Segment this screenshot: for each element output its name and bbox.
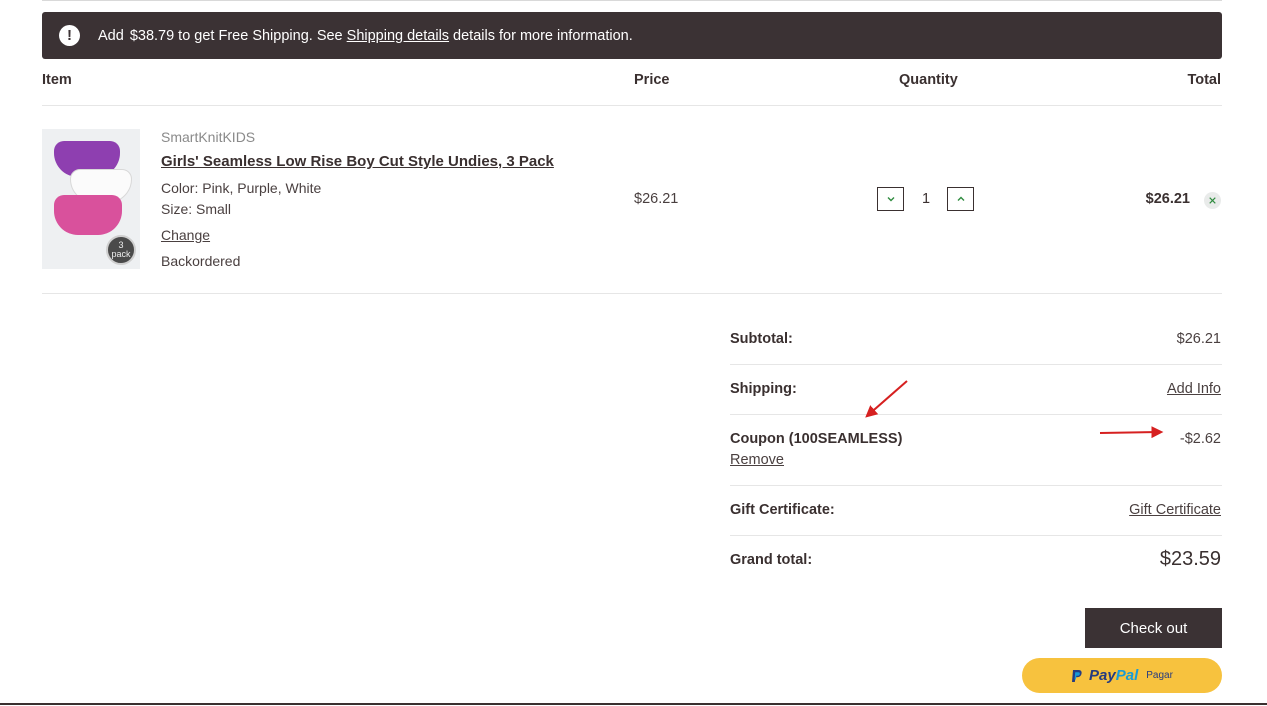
arrow-to-discount	[1099, 426, 1164, 439]
pack-badge-word: pack	[111, 249, 131, 259]
notice-prefix: Add	[98, 27, 124, 44]
remove-item-button[interactable]	[1204, 192, 1221, 209]
arrow-to-coupon	[865, 380, 908, 418]
quantity-increase-button[interactable]	[947, 187, 974, 211]
summary-divider	[730, 364, 1222, 365]
add-info-link[interactable]: Add Info	[1167, 381, 1221, 397]
notice-suffix: details for more information.	[453, 27, 633, 44]
shipping-label: Shipping:	[730, 381, 797, 397]
subtotal-value: $26.21	[1176, 331, 1221, 347]
quantity-decrease-button[interactable]	[877, 187, 904, 211]
header-divider	[42, 105, 1222, 106]
column-header-item: Item	[42, 72, 72, 88]
shipping-details-link[interactable]: Shipping details	[347, 28, 449, 44]
paypal-wordmark: PayPal	[1089, 667, 1138, 684]
product-size: Size: Small	[161, 201, 232, 217]
close-icon	[1209, 197, 1216, 204]
item-divider	[42, 293, 1222, 294]
grand-total-label: Grand total:	[730, 552, 813, 568]
remove-coupon-link[interactable]: Remove	[730, 452, 784, 468]
exclamation-icon: !	[59, 25, 80, 46]
top-divider	[42, 0, 1222, 1]
product-brand: SmartKnitKIDS	[161, 129, 256, 145]
coupon-label: Coupon (100SEAMLESS)	[730, 431, 903, 447]
column-header-price: Price	[634, 72, 670, 88]
item-price: $26.21	[634, 191, 679, 207]
summary-divider	[730, 485, 1222, 486]
stock-status: Backordered	[161, 253, 241, 269]
paypal-pal-text: Pal	[1115, 667, 1139, 684]
paypal-logo-icon	[1072, 669, 1082, 682]
chevron-up-icon	[957, 196, 964, 201]
summary-divider	[730, 535, 1222, 536]
gift-certificate-link[interactable]: Gift Certificate	[1129, 502, 1221, 518]
subtotal-label: Subtotal:	[730, 331, 793, 347]
notice-middle: to get Free Shipping. See	[178, 27, 343, 44]
paypal-button[interactable]: PayPal Pagar	[1022, 658, 1222, 693]
paypal-pagar-text: Pagar	[1146, 670, 1173, 681]
bottom-divider	[0, 703, 1267, 705]
summary-divider	[730, 414, 1222, 415]
column-header-quantity: Quantity	[899, 72, 958, 88]
product-color: Color: Pink, Purple, White	[161, 180, 322, 196]
checkout-button[interactable]: Check out	[1085, 608, 1222, 648]
gift-certificate-label: Gift Certificate:	[730, 502, 835, 518]
grand-total-value: $23.59	[1159, 548, 1221, 570]
pack-badge: 3 pack	[106, 235, 136, 265]
chevron-down-icon	[887, 197, 894, 202]
product-name-link[interactable]: Girls' Seamless Low Rise Boy Cut Style U…	[161, 153, 554, 170]
coupon-discount-value: -$2.62	[1179, 431, 1221, 447]
change-link[interactable]: Change	[161, 227, 210, 243]
quantity-value[interactable]: 1	[918, 191, 934, 207]
paypal-pay-text: Pay	[1089, 667, 1116, 684]
column-header-total: Total	[1187, 72, 1221, 88]
item-total: $26.21	[1145, 191, 1190, 207]
product-thumbnail[interactable]: 3 pack	[42, 129, 140, 269]
notice-amount: $38.79	[129, 27, 175, 44]
free-shipping-notice: ! Add $38.79 to get Free Shipping. See S…	[42, 12, 1222, 59]
